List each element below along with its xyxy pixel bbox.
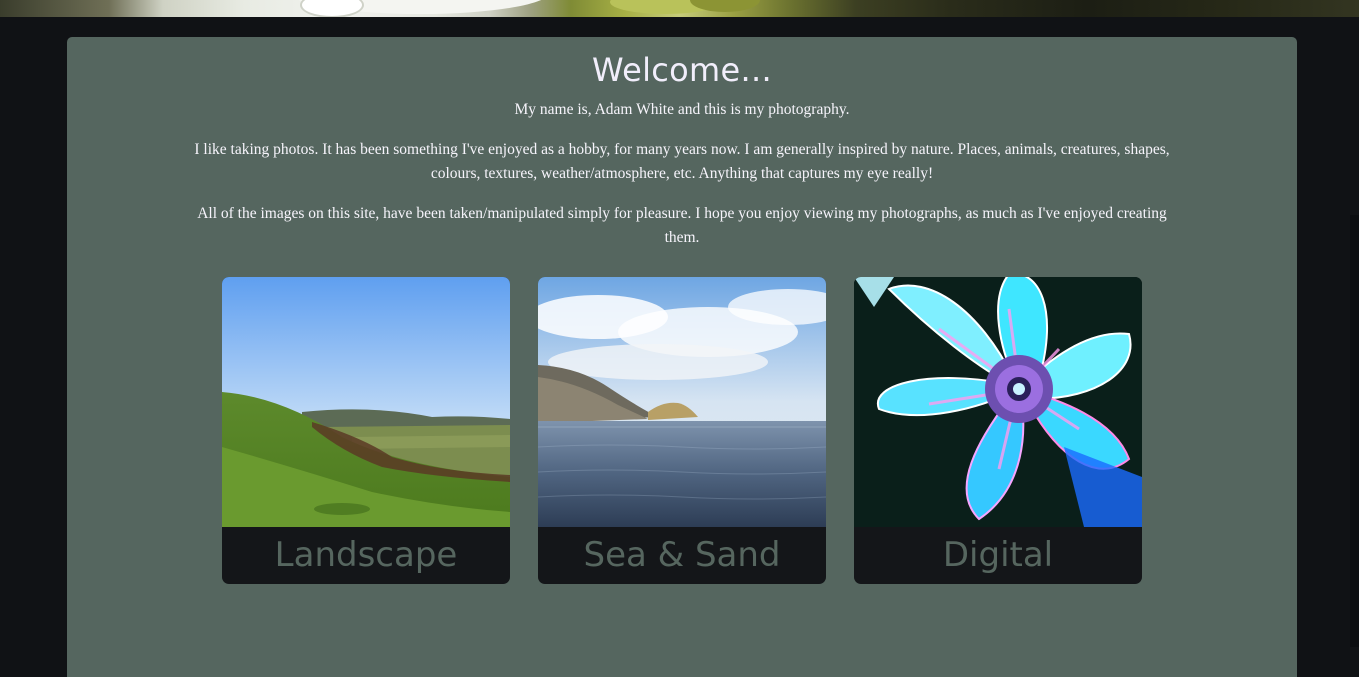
digital-thumbnail[interactable] <box>854 277 1142 527</box>
hero-banner-image <box>0 0 1359 17</box>
gallery-card-sea-sand[interactable]: Sea & Sand <box>538 277 826 584</box>
sea-sand-thumbnail[interactable] <box>538 277 826 527</box>
about-paragraph-2: All of the images on this site, have bee… <box>197 205 1167 246</box>
gallery-card-digital[interactable]: Digital <box>854 277 1142 584</box>
welcome-panel: Welcome... My name is, Adam White and th… <box>67 37 1297 677</box>
scroll-track <box>1350 215 1359 647</box>
intro-text: My name is, Adam White and this is my ph… <box>514 101 850 118</box>
gallery-card-landscape[interactable]: Landscape <box>222 277 510 584</box>
page-title: Welcome... <box>592 51 772 89</box>
gallery-label-landscape[interactable]: Landscape <box>222 533 510 577</box>
about-paragraph: I like taking photos. It has been someth… <box>194 141 1170 182</box>
gallery-label-digital[interactable]: Digital <box>854 533 1142 577</box>
gallery-label-sea-sand[interactable]: Sea & Sand <box>538 533 826 577</box>
landscape-thumbnail[interactable] <box>222 277 510 527</box>
